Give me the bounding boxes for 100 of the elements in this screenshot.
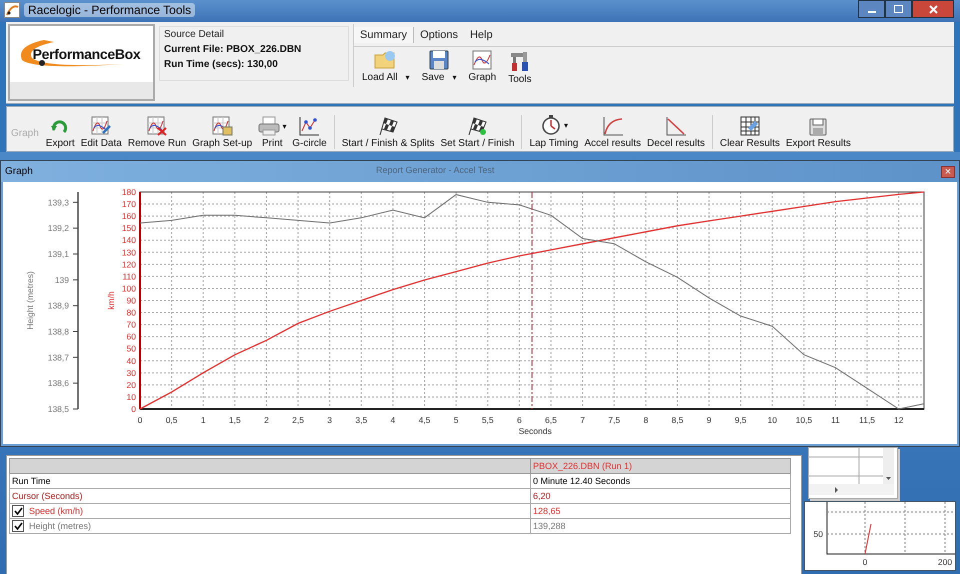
y-tick-label: 90 (126, 296, 136, 306)
ribbon-button[interactable]: Load All ▾ (360, 50, 412, 85)
y2-tick-label: 138,6 (48, 378, 69, 388)
x-tick-label: 0,5 (166, 415, 178, 425)
x-tick-label: 12 (894, 415, 904, 425)
background-window-title: Report Generator - Accel Test (376, 165, 494, 175)
toolbar-button[interactable]: Edit Data (78, 116, 125, 149)
x-tick-label: 4,5 (418, 415, 430, 425)
y-tick-label: 80 (126, 308, 136, 318)
y2-tick-label: 139,3 (48, 197, 69, 208)
row-label: Cursor (Seconds) (12, 491, 83, 501)
window-title: Graph (5, 166, 33, 177)
graph-icon (472, 50, 492, 70)
toolbar-button[interactable]: Remove Run (124, 116, 190, 149)
y-tick-label: 60 (126, 332, 136, 342)
row-label: Run Time (12, 476, 51, 486)
y-axis-title: km/h (106, 291, 116, 310)
table-cell: 128,65 (533, 506, 561, 516)
checkbox[interactable] (12, 505, 24, 517)
x-tick-label: 5,5 (482, 415, 494, 425)
window-title: Racelogic - Performance Tools (24, 3, 196, 17)
ribbon-button[interactable]: Tools (506, 50, 534, 85)
close-icon (928, 4, 938, 14)
toolbar-button[interactable]: ▾ Print (255, 116, 290, 149)
toolbar-button[interactable]: ▾ Lap Timing (526, 114, 582, 149)
y-tick-label: 70 (126, 320, 136, 330)
x-tick-label: 3 (327, 415, 332, 425)
close-button[interactable] (912, 0, 954, 18)
checkered-flag-icon (377, 116, 400, 136)
x-tick-label: 9 (706, 415, 712, 425)
toolbar-button[interactable]: Export Results (782, 118, 854, 149)
y-tick-label: 10 (126, 392, 136, 402)
folder-icon (374, 50, 398, 70)
y-tick-label: 0 (131, 404, 136, 414)
x-axis-title: Seconds (518, 426, 552, 436)
x-tick-label: 6 (517, 415, 522, 425)
toolbar-button[interactable]: Clear Results (716, 116, 783, 149)
tools-icon (508, 50, 531, 72)
graph-edit-icon (90, 116, 112, 136)
ribbon-button[interactable]: Graph (466, 50, 498, 85)
toolbar-button[interactable]: Export (42, 118, 78, 149)
toolbar-button[interactable]: G-circle (289, 116, 330, 149)
toolbar-button[interactable]: Accel results (581, 116, 644, 149)
x-tick-label: 10,5 (796, 415, 812, 425)
checkbox[interactable] (12, 520, 24, 532)
y-tick-label: 110 (122, 271, 136, 282)
y-tick-label: 150 (122, 223, 136, 234)
current-file-text: Current File: PBOX_226.DBN (164, 44, 302, 55)
checkered-flag-icon (466, 116, 488, 136)
toolbar-group-label: Graph (11, 128, 39, 139)
menu-tab[interactable]: Options (414, 27, 464, 43)
secondary-y-axis-title: Height (metres) (25, 271, 35, 330)
stopwatch-icon (540, 114, 562, 136)
column-header: PBOX_226.DBN (Run 1) (530, 458, 790, 474)
y-tick-label: 20 (126, 380, 136, 390)
row-label: Speed (km/h) (29, 506, 84, 516)
app-icon (4, 2, 20, 18)
g-circle-plot-icon (298, 116, 320, 136)
y-tick-label: 180 (122, 187, 136, 197)
y2-tick-label: 138,5 (48, 404, 69, 414)
x-tick-label: 2,5 (292, 415, 304, 425)
x-tick-label: 0 (138, 415, 142, 425)
x-tick-label: 200 (938, 557, 952, 567)
y2-tick-label: 138,9 (48, 300, 69, 311)
toolbar-button[interactable]: Decel results (644, 116, 708, 149)
y2-tick-label: 138,7 (48, 352, 69, 362)
maximize-button[interactable] (885, 0, 912, 18)
x-tick-label: 0 (862, 557, 868, 567)
grid-eraser-icon (740, 116, 760, 136)
graph-remove-icon (146, 116, 168, 136)
x-tick-label: 10 (768, 415, 777, 425)
accel-curve-icon (602, 116, 624, 136)
ribbon-button[interactable]: Save ▾ (420, 50, 458, 85)
x-tick-label: 11,5 (859, 415, 876, 425)
x-tick-label: 5 (454, 415, 458, 425)
y-tick-label: 140 (122, 235, 136, 246)
y-tick-label: 120 (122, 259, 136, 270)
table-cell: 139,288 (533, 521, 566, 531)
panel-title: Source Detail (164, 29, 226, 40)
close-button[interactable]: × (941, 166, 955, 178)
y2-tick-label: 139,2 (48, 223, 69, 234)
y-tick-label: 30 (126, 368, 136, 378)
y-tick-label: 50 (814, 529, 823, 539)
graph-setup-icon (211, 116, 234, 136)
y-tick-label: 100 (122, 283, 136, 294)
x-tick-label: 9,5 (734, 415, 747, 425)
minimize-button[interactable] (858, 0, 885, 18)
x-tick-label: 1 (200, 415, 206, 425)
toolbar-button[interactable]: Start / Finish & Splits (338, 116, 438, 149)
x-tick-label: 8 (643, 415, 648, 425)
maximize-icon (894, 5, 903, 13)
toolbar-button[interactable]: Set Start / Finish (438, 116, 518, 149)
run-time-text: Run Time (secs): 130,00 (164, 59, 279, 70)
y-tick-label: 40 (126, 356, 136, 366)
menu-tab[interactable]: Help (464, 27, 499, 43)
menu-tab[interactable]: Summary (354, 27, 414, 43)
y-tick-label: 170 (122, 199, 136, 210)
toolbar-button[interactable]: Graph Set-up (189, 116, 256, 149)
x-tick-label: 8,5 (672, 415, 684, 425)
x-tick-label: 1,5 (228, 415, 241, 425)
